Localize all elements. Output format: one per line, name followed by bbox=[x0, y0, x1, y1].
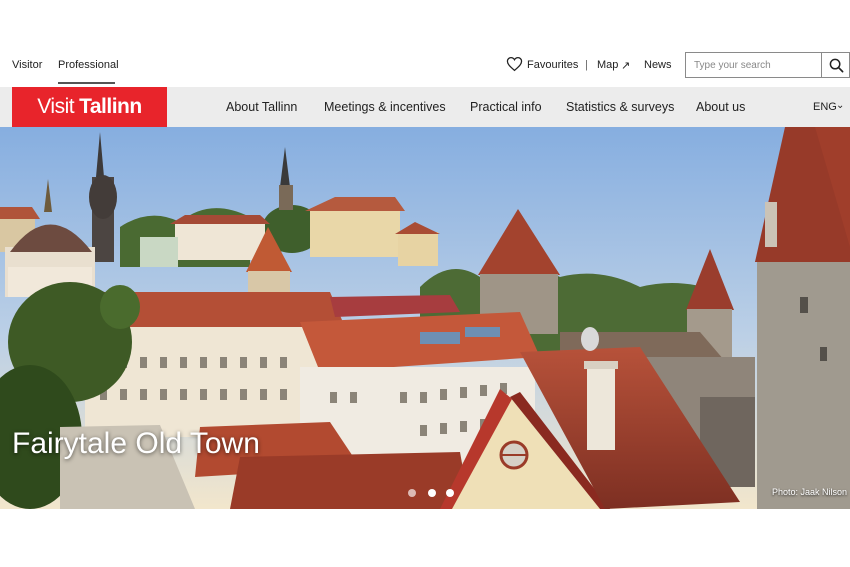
active-tab-indicator bbox=[58, 82, 115, 84]
slide-dot-2[interactable] bbox=[428, 489, 436, 497]
tab-visitor[interactable]: Visitor bbox=[12, 59, 42, 71]
search-icon bbox=[829, 58, 844, 73]
language-selector[interactable]: ENG bbox=[813, 101, 837, 113]
hero-banner: Fairytale Old Town Photo: Jaak Nilson bbox=[0, 127, 850, 509]
utility-bar: Visitor Professional Favourites | Map ↗ … bbox=[0, 44, 850, 87]
map-link[interactable]: Map bbox=[597, 59, 618, 71]
slide-dot-1[interactable] bbox=[408, 489, 416, 497]
heart-icon[interactable] bbox=[506, 56, 523, 72]
nav-item-meetings-incentives[interactable]: Meetings & incentives bbox=[324, 100, 446, 114]
tab-professional[interactable]: Professional bbox=[58, 59, 119, 71]
logo-text-visit: Visit bbox=[37, 95, 75, 118]
hero-title: Fairytale Old Town bbox=[12, 427, 260, 460]
visit-tallinn-logo[interactable]: Visit Tallinn bbox=[12, 87, 167, 127]
logo-text-tallinn: Tallinn bbox=[79, 95, 142, 118]
nav-item-about-tallinn[interactable]: About Tallinn bbox=[226, 100, 297, 114]
news-link[interactable]: News bbox=[644, 59, 672, 71]
chevron-down-icon: ⌄ bbox=[836, 100, 845, 111]
nav-item-statistics-surveys[interactable]: Statistics & surveys bbox=[566, 100, 674, 114]
nav-item-about-us[interactable]: About us bbox=[696, 100, 745, 114]
divider: | bbox=[585, 59, 588, 71]
photo-credit: Photo: Jaak Nilson bbox=[771, 487, 847, 497]
search-button[interactable] bbox=[821, 52, 850, 78]
favourites-link[interactable]: Favourites bbox=[527, 59, 578, 71]
search-input[interactable] bbox=[685, 52, 822, 78]
main-navigation: Visit Tallinn About Tallinn Meetings & i… bbox=[0, 87, 850, 127]
slide-dot-3[interactable] bbox=[446, 489, 454, 497]
external-arrow-icon: ↗ bbox=[621, 60, 631, 72]
nav-item-practical-info[interactable]: Practical info bbox=[470, 100, 542, 114]
slide-indicator bbox=[408, 489, 458, 499]
